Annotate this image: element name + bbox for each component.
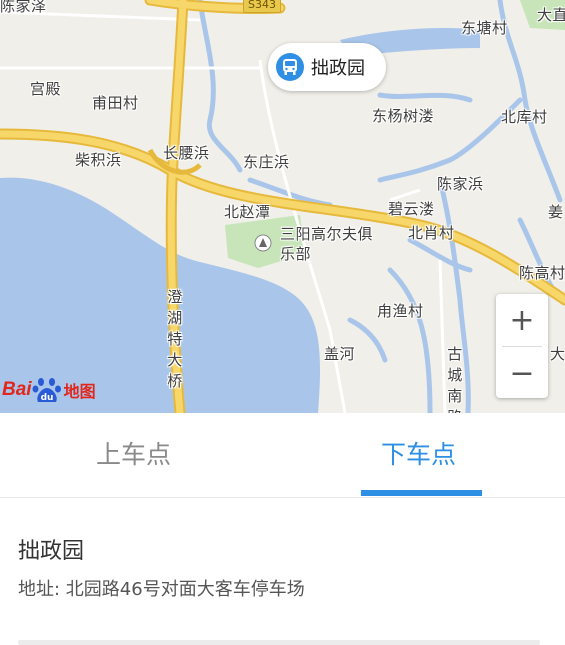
tab-pickup[interactable]: 上车点 [96,413,171,497]
place-label: 盖河 [324,345,356,363]
zoom-in-button[interactable]: + [496,294,548,346]
bridge-label: 澄湖特大桥 [167,288,183,390]
golf-club-label: 三阳高尔夫俱乐部 [280,225,374,263]
road-label: 古城南路 [447,345,463,413]
place-label: 北库村 [501,108,548,126]
tab-dropoff[interactable]: 下车点 [381,413,456,497]
place-label: 甫田村 [92,94,139,112]
logo-text-du: du [40,393,53,403]
panel-bottom-divider [18,640,540,645]
tab-bar: 上车点 下车点 [0,413,565,498]
place-label: 东塘村 [461,19,508,37]
place-label: 长腰浜 [163,144,210,162]
logo-text-suffix: 地图 [63,382,96,401]
bus-icon [276,53,304,81]
zoom-out-button[interactable]: − [496,347,548,399]
map-view[interactable]: S343 陈家泽 宫殿 甫田村 柴积浜 长腰浜 东庄浜 北赵潭 东塘村 东杨树溇… [0,0,565,413]
place-label: 陈高村 [519,264,565,282]
paw-icon: du [32,378,61,403]
active-tab-indicator [361,490,482,496]
stop-address: 地址: 北园路46号对面大客车停车场 [18,579,305,600]
place-label: 北肖村 [408,224,455,242]
place-label: 陈家泽 [0,0,47,15]
place-label: 柴积浜 [75,151,122,169]
highway-badge: S343 [243,0,281,13]
stop-marker[interactable]: 拙政园 [268,43,386,91]
place-label: 甪渔村 [377,302,424,320]
place-label: 大 [550,345,565,363]
place-label: 东杨树溇 [372,107,435,125]
zoom-control: + − [496,294,548,398]
stop-info-panel: 上车点 下车点 拙政园 地址: 北园路46号对面大客车停车场 [0,413,565,645]
stop-marker-label: 拙政园 [311,58,365,79]
stop-name: 拙政园 [18,539,85,564]
place-label: 北赵潭 [224,203,271,221]
place-label: 陈家浜 [437,175,484,193]
place-label: 大直 [537,6,565,24]
place-label: 姜 [548,203,564,221]
place-label: 碧云溇 [388,200,435,218]
place-label: 宫殿 [30,80,62,98]
logo-text-bai: Bai [2,379,32,400]
place-label: 东庄浜 [243,153,290,171]
baidu-map-logo: Bai du 地图 [2,376,96,404]
